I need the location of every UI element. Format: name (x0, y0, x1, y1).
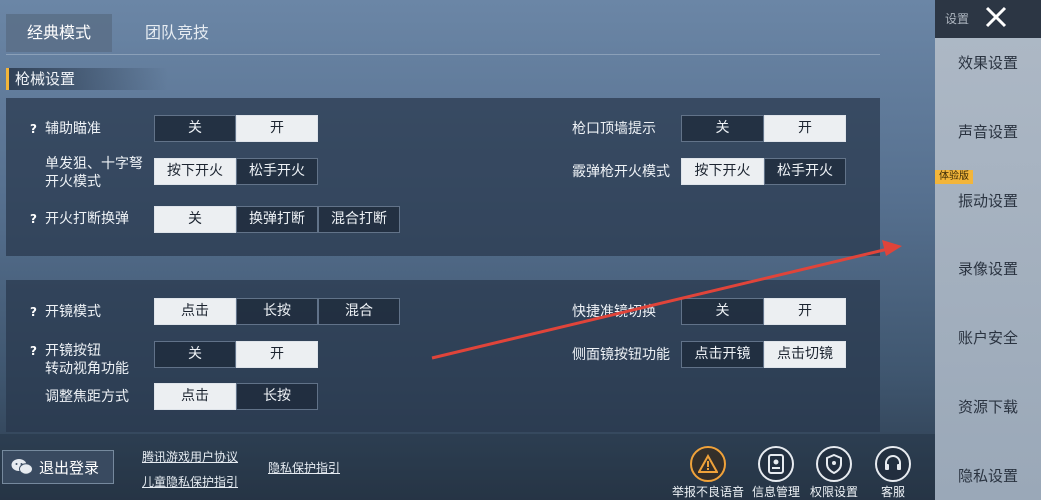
fire-interrupt-toggle: 关 换弹打断 混合打断 (154, 206, 400, 233)
sniper-fire-toggle: 按下开火 松手开火 (154, 158, 318, 185)
help-icon[interactable]: ? (30, 344, 37, 358)
muzzle-hint-on[interactable]: 开 (764, 115, 846, 142)
info-manage-icon (768, 454, 784, 474)
customer-service-label: 客服 (880, 485, 905, 499)
wechat-icon (11, 459, 33, 475)
shotgun-fire-toggle: 按下开火 松手开火 (681, 158, 846, 185)
fire-interrupt-reload[interactable]: 换弹打断 (236, 206, 318, 233)
sidebar-item-effects[interactable]: 效果设置 (935, 52, 1041, 73)
logout-label: 退出登录 (39, 458, 100, 477)
customer-service-button[interactable] (875, 446, 911, 482)
muzzle-hint-off[interactable]: 关 (681, 115, 764, 142)
help-icon[interactable]: ? (30, 212, 37, 226)
help-icon[interactable]: ? (30, 122, 37, 136)
scope-mode-hold[interactable]: 长按 (236, 298, 318, 325)
side-scope-switch[interactable]: 点击切镜 (764, 341, 846, 368)
aim-assist-off[interactable]: 关 (154, 115, 236, 142)
quick-scope-label: 快捷准镜切换 (572, 304, 656, 320)
scope-mode-tap[interactable]: 点击 (154, 298, 236, 325)
logout-button[interactable]: 退出登录 (2, 450, 114, 484)
side-scope-label: 侧面镜按钮功能 (572, 347, 670, 363)
close-icon[interactable] (983, 4, 1009, 30)
user-agreement-link[interactable]: 腾讯游戏用户协议 (142, 448, 238, 465)
scope-btn-toggle: 关 开 (154, 341, 318, 368)
sidebar-item-vibration[interactable]: 振动设置 (935, 190, 1041, 211)
scope-mode-toggle: 点击 长按 混合 (154, 298, 400, 325)
info-manage-label: 信息管理 (751, 485, 800, 499)
scope-btn-on[interactable]: 开 (236, 341, 318, 368)
side-scope-toggle: 点击开镜 点击切镜 (681, 341, 846, 368)
privacy-guide-link[interactable]: 隐私保护指引 (268, 459, 340, 476)
tab-team-deathmatch[interactable]: 团队竞技 (124, 14, 230, 52)
child-privacy-link[interactable]: 儿童隐私保护指引 (142, 473, 238, 490)
focus-mode-toggle: 点击 长按 (154, 383, 318, 410)
shotgun-fire-press[interactable]: 按下开火 (681, 158, 764, 185)
sniper-fire-press[interactable]: 按下开火 (154, 158, 236, 185)
warning-icon (698, 454, 718, 473)
mode-tabs: 经典模式 团队竞技 (0, 0, 880, 56)
report-voice-label: 举报不良语音 (671, 485, 744, 499)
sniper-fire-release[interactable]: 松手开火 (236, 158, 318, 185)
fire-interrupt-off[interactable]: 关 (154, 206, 236, 233)
muzzle-hint-label: 枪口顶墙提示 (572, 121, 656, 137)
focus-mode-label: 调整焦距方式 (45, 389, 129, 405)
quick-scope-on[interactable]: 开 (764, 298, 846, 325)
tab-divider (6, 54, 880, 55)
shield-icon (826, 454, 842, 474)
sidebar-item-privacy[interactable]: 隐私设置 (935, 465, 1041, 486)
permission-settings-button[interactable] (816, 446, 852, 482)
shotgun-fire-label: 霰弹枪开火模式 (572, 164, 670, 180)
help-icon[interactable]: ? (30, 305, 37, 319)
shotgun-fire-release[interactable]: 松手开火 (764, 158, 846, 185)
quick-scope-off[interactable]: 关 (681, 298, 764, 325)
info-manage-button[interactable] (758, 446, 794, 482)
focus-mode-tap[interactable]: 点击 (154, 383, 236, 410)
settings-sidebar: 设置 效果设置 声音设置 体验版 振动设置 录像设置 账户安全 资源下载 隐私设… (935, 0, 1041, 500)
sidebar-header-label: 设置 (945, 12, 970, 26)
sidebar-item-recording[interactable]: 录像设置 (935, 258, 1041, 279)
permission-settings-label: 权限设置 (809, 485, 858, 499)
sniper-fire-label-line2: 开火模式 (45, 174, 101, 190)
headset-icon (885, 455, 901, 470)
quick-scope-toggle: 关 开 (681, 298, 846, 325)
fire-interrupt-label: 开火打断换弹 (45, 211, 129, 227)
scope-mode-label: 开镜模式 (45, 304, 101, 320)
sidebar-item-sound[interactable]: 声音设置 (935, 121, 1041, 142)
scope-btn-label-line2: 转动视角功能 (45, 361, 129, 377)
scope-btn-off[interactable]: 关 (154, 341, 236, 368)
tab-classic-mode[interactable]: 经典模式 (6, 14, 112, 52)
section-title: 枪械设置 (6, 68, 168, 90)
beta-badge: 体验版 (935, 170, 973, 184)
muzzle-hint-toggle: 关 开 (681, 115, 846, 142)
fire-interrupt-mixed[interactable]: 混合打断 (318, 206, 400, 233)
aim-assist-toggle: 关 开 (154, 115, 318, 142)
sniper-fire-label-line1: 单发狙、十字弩 (45, 156, 143, 172)
sidebar-item-account-security[interactable]: 账户安全 (935, 327, 1041, 348)
report-voice-button[interactable] (690, 446, 726, 482)
sidebar-item-resource-download[interactable]: 资源下载 (935, 396, 1041, 417)
aim-assist-on[interactable]: 开 (236, 115, 318, 142)
side-scope-open[interactable]: 点击开镜 (681, 341, 764, 368)
aim-assist-label: 辅助瞄准 (45, 121, 101, 137)
scope-mode-mixed[interactable]: 混合 (318, 298, 400, 325)
sidebar-header: 设置 (935, 0, 1041, 38)
scope-btn-label-line1: 开镜按钮 (45, 343, 101, 359)
focus-mode-hold[interactable]: 长按 (236, 383, 318, 410)
